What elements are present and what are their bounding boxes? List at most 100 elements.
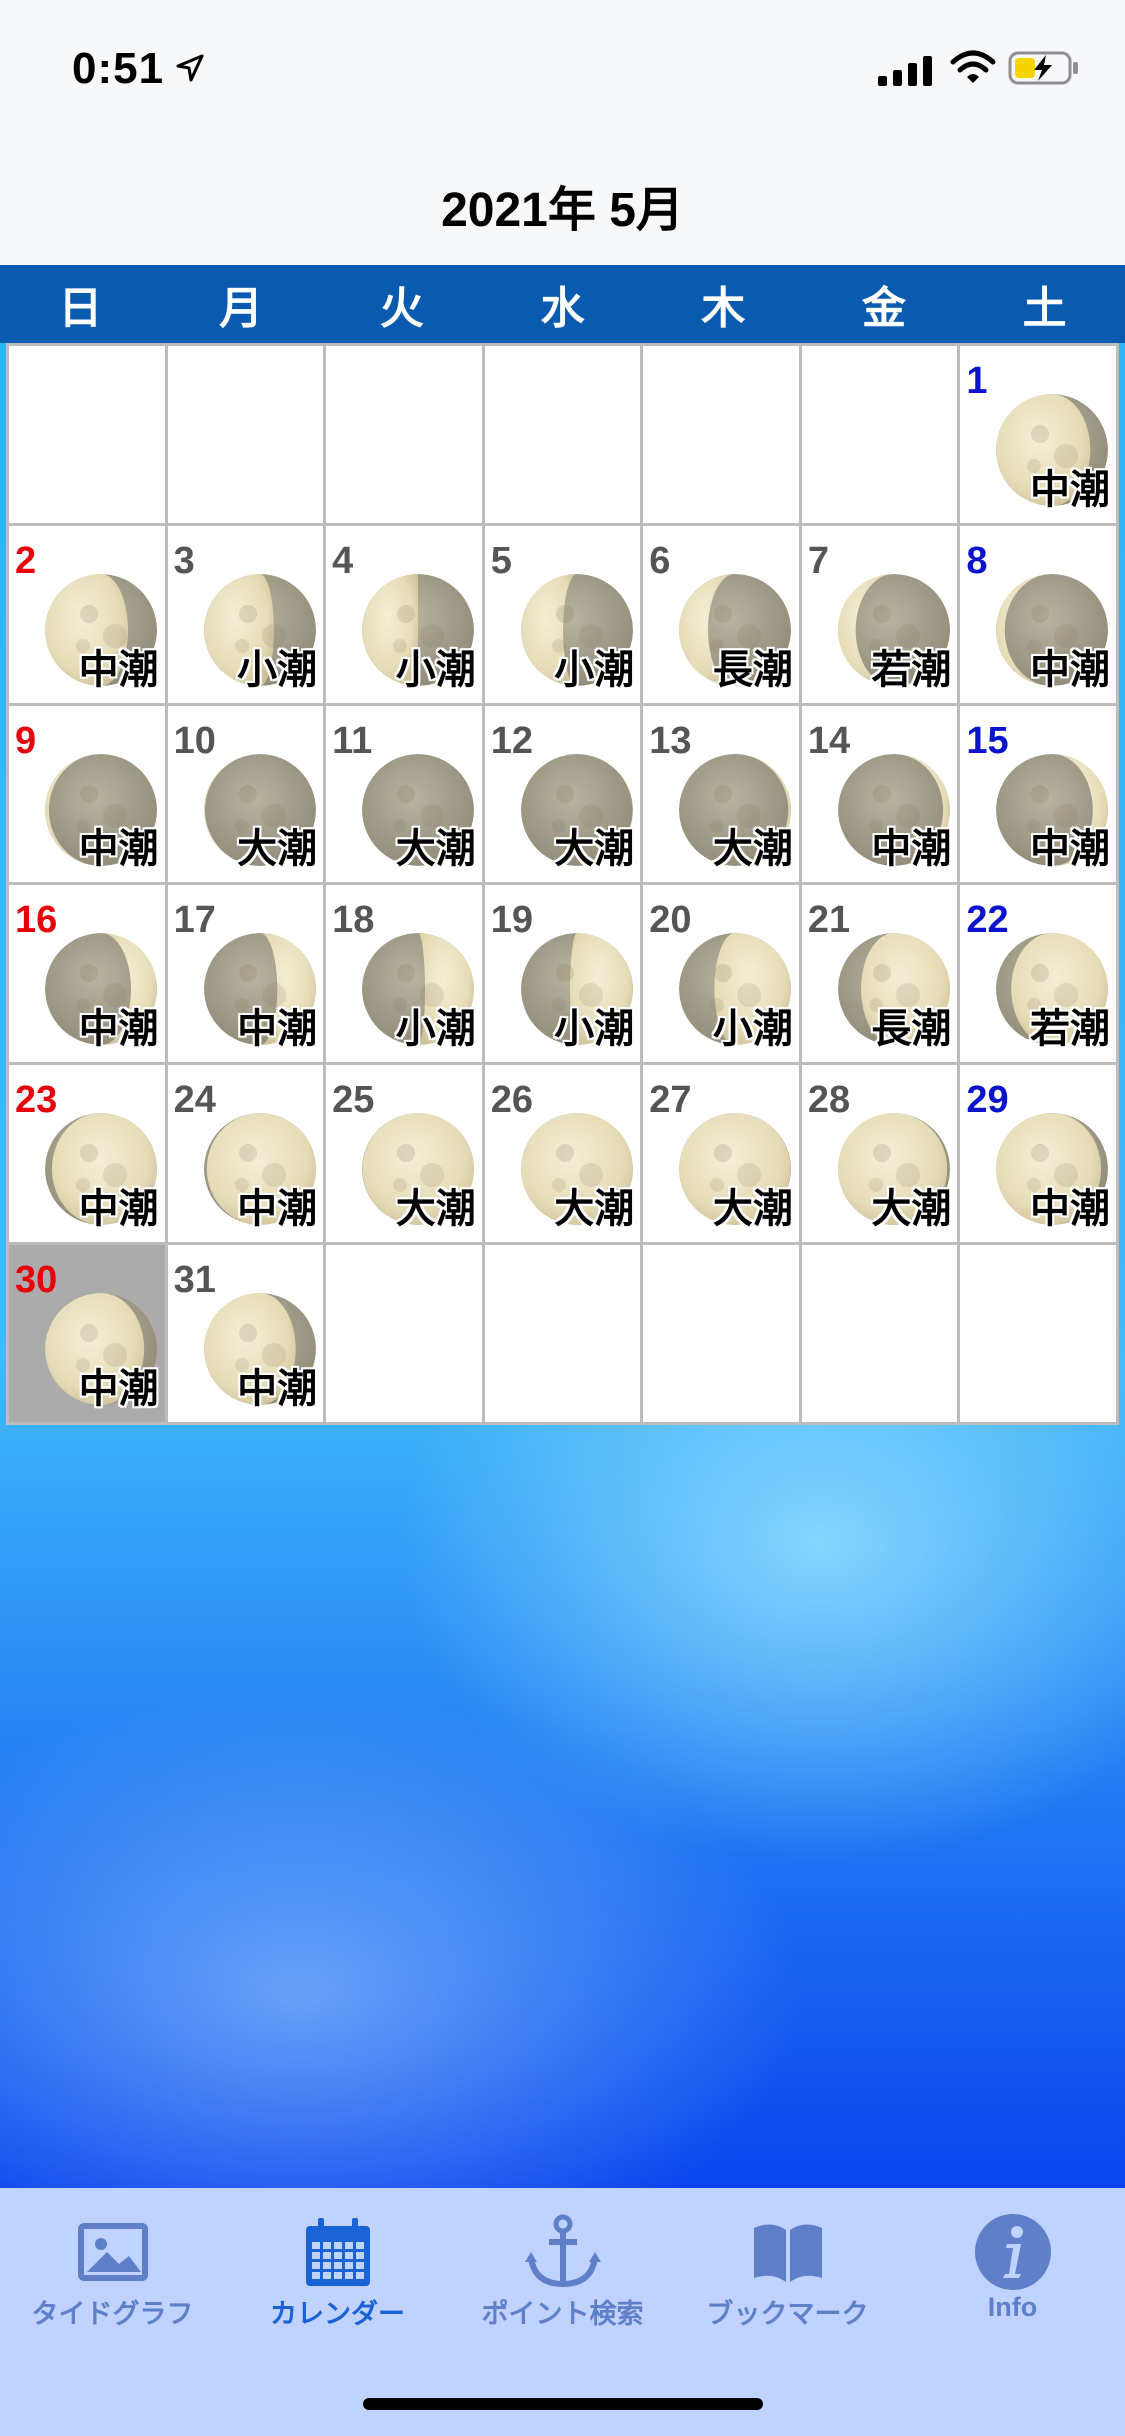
tide-type-label: 中潮 [78, 1007, 159, 1052]
day-number: 19 [490, 899, 533, 942]
tide-type-label: 中潮 [237, 1007, 318, 1052]
day-number: 16 [15, 899, 58, 942]
tide-type-label: 中潮 [78, 827, 159, 872]
empty-day-cell [801, 1245, 958, 1422]
book-icon [748, 2212, 828, 2292]
info-icon [973, 2212, 1053, 2292]
day-number: 1 [966, 360, 988, 402]
tide-type-label: 小潮 [395, 647, 476, 692]
tide-type-label: 中潮 [1029, 467, 1110, 512]
tide-type-label: 中潮 [1029, 647, 1110, 692]
tide-type-label: 中潮 [1029, 827, 1110, 872]
day-number: 23 [15, 1079, 58, 1122]
tide-type-label: 大潮 [712, 1187, 793, 1232]
tab-photo[interactable]: タイドグラフ [0, 2188, 225, 2436]
calendar-day-cell[interactable]: 18 小潮 [326, 885, 482, 1063]
calendar-day-cell[interactable]: 23 中潮 [9, 1065, 165, 1243]
calendar-day-cell[interactable]: 9 中潮 [9, 705, 165, 883]
empty-day-cell [960, 1245, 1116, 1422]
tide-type-label: 大潮 [554, 1187, 635, 1232]
calendar-day-cell[interactable]: 24 中潮 [167, 1065, 324, 1243]
calendar-day-cell[interactable]: 16 中潮 [9, 885, 165, 1063]
tide-type-label: 長潮 [871, 1007, 952, 1052]
calendar-day-cell[interactable]: 7 若潮 [801, 525, 958, 703]
tide-type-label: 中潮 [78, 647, 159, 692]
tide-type-label: 大潮 [554, 827, 635, 872]
calendar-day-cell[interactable]: 30 中潮 [9, 1245, 165, 1422]
status-time: 0:51 [72, 44, 165, 93]
weekday-bar: 日月火水木金土 [0, 265, 1125, 343]
day-number: 29 [966, 1079, 1009, 1122]
tide-type-label: 中潮 [78, 1366, 159, 1411]
day-number: 25 [332, 1079, 375, 1122]
month-title: 2021年 5月 [441, 184, 684, 237]
calendar-day-cell[interactable]: 5 小潮 [484, 525, 641, 703]
calendar-day-cell[interactable]: 8 中潮 [960, 525, 1116, 703]
day-number: 13 [649, 719, 692, 762]
calendar-day-cell[interactable]: 27 大潮 [643, 1065, 799, 1243]
day-number: 27 [649, 1079, 692, 1122]
calendar-day-cell[interactable]: 15 中潮 [960, 705, 1116, 883]
calendar-day-cell[interactable]: 19 小潮 [484, 885, 641, 1063]
day-number: 18 [332, 899, 375, 942]
weekday-label: 木 [701, 284, 746, 333]
cellular-signal-icon [878, 56, 932, 86]
home-indicator [363, 2398, 763, 2410]
calendar-day-cell[interactable]: 17 中潮 [167, 885, 324, 1063]
calendar-day-cell[interactable]: 6 長潮 [643, 525, 799, 703]
calendar-day-cell[interactable]: 2 中潮 [9, 525, 165, 703]
empty-day-cell [326, 346, 482, 523]
tab-info[interactable]: Info [900, 2188, 1125, 2436]
day-number: 22 [966, 899, 1009, 942]
empty-day-cell [484, 346, 641, 523]
empty-day-cell [643, 1245, 799, 1422]
calendar-day-cell[interactable]: 26 大潮 [484, 1065, 641, 1243]
tab-label: タイドグラフ [31, 2299, 194, 2329]
day-number: 4 [332, 539, 354, 582]
calendar-day-cell[interactable]: 11 大潮 [326, 705, 482, 883]
tide-type-label: 中潮 [237, 1187, 318, 1232]
calendar-day-cell[interactable]: 14 中潮 [801, 705, 958, 883]
calendar-day-cell[interactable]: 12 大潮 [484, 705, 641, 883]
day-number: 20 [649, 899, 692, 942]
tide-type-label: 若潮 [871, 647, 952, 692]
calendar-day-cell[interactable]: 1 中潮 [960, 346, 1116, 523]
battery-charging-icon [1008, 51, 1078, 85]
anchor-icon [523, 2212, 603, 2292]
day-number: 24 [173, 1079, 216, 1122]
empty-day-cell [484, 1245, 641, 1422]
day-number: 2 [15, 539, 37, 582]
day-number: 9 [15, 719, 37, 762]
empty-day-cell [801, 346, 958, 523]
tide-type-label: 大潮 [395, 827, 476, 872]
tide-type-label: 小潮 [554, 1007, 635, 1052]
weekday-label: 火 [379, 284, 424, 333]
calendar-day-cell[interactable]: 3 小潮 [167, 525, 324, 703]
weekday-label: 金 [861, 284, 906, 333]
calendar-day-cell[interactable]: 10 大潮 [167, 705, 324, 883]
month-calendar-grid: 1 中潮 2 中潮 3 小潮 4 小潮 5 小潮 6 長潮 7 若潮 8 中潮 … [6, 343, 1119, 1425]
tide-type-label: 中潮 [237, 1366, 318, 1411]
day-number: 10 [173, 719, 216, 762]
tab-label: Info [987, 2292, 1038, 2322]
photo-icon [73, 2212, 153, 2292]
tide-type-label: 小潮 [554, 647, 635, 692]
day-number: 17 [173, 899, 216, 942]
calendar-day-cell[interactable]: 20 小潮 [643, 885, 799, 1063]
calendar-day-cell[interactable]: 25 大潮 [326, 1065, 482, 1243]
calendar-day-cell[interactable]: 4 小潮 [326, 525, 482, 703]
weekday-label: 水 [540, 284, 585, 333]
calendar-day-cell[interactable]: 21 長潮 [801, 885, 958, 1063]
calendar-header: 2021年 5月 [0, 130, 1125, 265]
tab-label: ブックマーク [706, 2299, 869, 2329]
status-bar: 0:51 [0, 0, 1125, 130]
day-number: 30 [15, 1259, 58, 1302]
empty-day-cell [167, 346, 324, 523]
calendar-day-cell[interactable]: 28 大潮 [801, 1065, 958, 1243]
calendar-day-cell[interactable]: 29 中潮 [960, 1065, 1116, 1243]
calendar-day-cell[interactable]: 31 中潮 [167, 1245, 324, 1422]
empty-day-cell [326, 1245, 482, 1422]
wifi-icon [950, 50, 996, 83]
calendar-day-cell[interactable]: 13 大潮 [643, 705, 799, 883]
calendar-day-cell[interactable]: 22 若潮 [960, 885, 1116, 1063]
